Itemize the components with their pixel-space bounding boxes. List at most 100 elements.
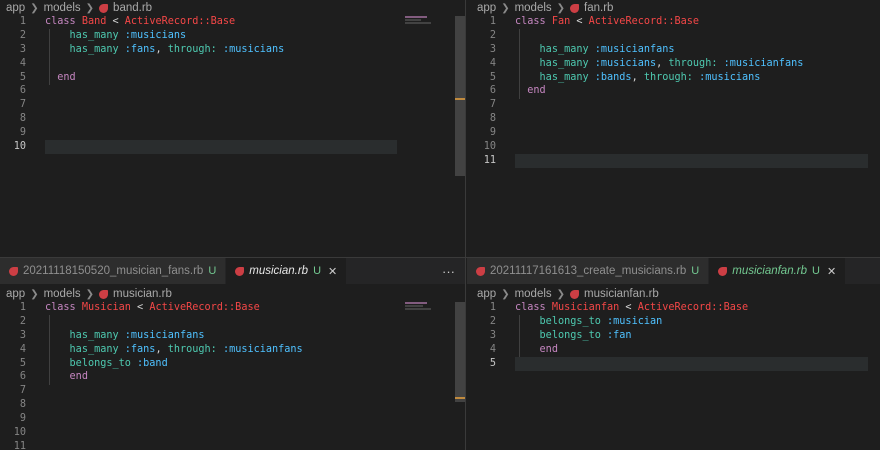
line-number: 10 (13, 141, 26, 153)
breadcrumb-folder-app[interactable]: app (6, 288, 25, 300)
line-number: 6 (19, 85, 26, 97)
code-line: has_many :musicianfans (539, 43, 675, 55)
chevron-right-icon: ❯ (30, 288, 39, 300)
tab-musicianfan[interactable]: musicianfan.rb U ✕ (709, 258, 847, 284)
ruby-icon (99, 3, 109, 13)
chevron-right-icon: ❯ (85, 288, 95, 300)
breadcrumb: app ❯ models ❯ band.rb (0, 0, 465, 16)
line-number: 3 (19, 43, 26, 55)
code-editor[interactable]: 1 class Fan < ActiveRecord::Base 2 3 has_… (470, 15, 880, 255)
line-number: 4 (489, 343, 496, 355)
line-number: 8 (489, 113, 496, 125)
code-editor[interactable]: 1 class Band < ActiveRecord::Base 2 has_m… (0, 15, 465, 255)
line-number: 1 (19, 16, 26, 27)
breadcrumb-file[interactable]: musicianfan.rb (584, 288, 659, 300)
code-line: belongs_to :fan (539, 329, 632, 341)
line-number: 2 (489, 29, 496, 41)
breadcrumb-folder-models[interactable]: models (44, 2, 81, 14)
more-actions-icon[interactable]: ··· (432, 258, 465, 284)
code-line: has_many :bands, through: :musicians (539, 71, 761, 83)
breadcrumb: app ❯ models ❯ musician.rb (0, 286, 465, 302)
code-line: has_many :musicianfans (69, 329, 205, 341)
chevron-right-icon: ❯ (501, 2, 510, 14)
line-number: 11 (483, 154, 496, 166)
line-number: 6 (489, 85, 496, 97)
code-line: belongs_to :band (69, 357, 168, 369)
editor-pane-fan: app ❯ models ❯ fan.rb 1 class Fan < Activ… (467, 0, 880, 257)
breadcrumb-folder-app[interactable]: app (6, 2, 25, 14)
line-number: 3 (19, 329, 26, 341)
code-line: class Fan < ActiveRecord::Base (515, 16, 700, 27)
untracked-badge: U (208, 265, 217, 277)
line-number: 5 (19, 357, 26, 369)
chevron-right-icon: ❯ (501, 288, 510, 300)
breadcrumb: app ❯ models ❯ fan.rb (467, 0, 880, 16)
ruby-icon (235, 266, 245, 276)
tab-label: musician.rb (249, 265, 309, 277)
breadcrumb-folder-models[interactable]: models (515, 2, 552, 14)
line-number: 6 (19, 371, 26, 383)
line-number: 3 (489, 43, 496, 55)
untracked-badge: U (313, 265, 322, 277)
line-number: 4 (19, 343, 26, 355)
line-number: 8 (19, 399, 26, 411)
line-number: 8 (19, 113, 26, 125)
line-number: 5 (19, 71, 26, 83)
vertical-scrollbar[interactable] (455, 302, 465, 402)
untracked-badge: U (691, 265, 700, 277)
tab-musician[interactable]: musician.rb U ✕ (226, 258, 348, 284)
line-number: 10 (483, 141, 496, 153)
line-number: 2 (19, 29, 26, 41)
close-icon[interactable]: ✕ (827, 265, 836, 278)
line-number: 9 (489, 127, 496, 139)
untracked-badge: U (812, 265, 820, 277)
line-number: 7 (19, 385, 26, 397)
pane-divider-vertical[interactable] (465, 0, 466, 450)
line-number: 4 (489, 57, 496, 69)
chevron-right-icon: ❯ (556, 2, 566, 14)
line-number: 2 (489, 315, 496, 327)
code-line: belongs_to :musician (539, 315, 663, 327)
code-editor[interactable]: 1 class Musician < ActiveRecord::Base 2 3… (0, 301, 465, 450)
scroll-position-marker (455, 397, 465, 399)
line-number: 7 (489, 99, 496, 111)
code-line: has_many :musicians, through: :musicianf… (539, 57, 804, 69)
tab-bar: 20211118150520_musician_fans.rb U musici… (0, 258, 465, 284)
chevron-right-icon: ❯ (85, 2, 95, 14)
ruby-icon (99, 289, 109, 299)
breadcrumb: app ❯ models ❯ musicianfan.rb (467, 286, 880, 302)
code-line: has_many :musicians (69, 29, 187, 41)
editor-pane-musician: 20211118150520_musician_fans.rb U musici… (0, 258, 465, 450)
tab-label: 20211118150520_musician_fans.rb (23, 265, 204, 277)
breadcrumb-file[interactable]: band.rb (113, 2, 152, 14)
code-line: end (69, 371, 88, 383)
ruby-icon (9, 266, 18, 276)
line-number: 11 (13, 440, 26, 450)
line-number: 1 (489, 302, 496, 313)
breadcrumb-file[interactable]: musician.rb (113, 288, 172, 300)
line-number: 1 (489, 16, 496, 27)
line-number: 4 (19, 57, 26, 69)
code-line: class Musicianfan < ActiveRecord::Base (515, 302, 749, 313)
code-line: class Musician < ActiveRecord::Base (45, 302, 260, 313)
breadcrumb-folder-models[interactable]: models (515, 288, 552, 300)
line-number: 9 (19, 413, 26, 425)
close-icon[interactable]: ✕ (328, 265, 337, 278)
ruby-icon (476, 266, 485, 276)
ruby-icon (718, 266, 728, 276)
breadcrumb-folder-app[interactable]: app (477, 288, 496, 300)
breadcrumb-folder-app[interactable]: app (477, 2, 496, 14)
minimap[interactable] (405, 302, 435, 311)
minimap[interactable] (405, 16, 435, 25)
tab-bar: 20211117161613_create_musicians.rb U mus… (467, 258, 880, 284)
breadcrumb-folder-models[interactable]: models (44, 288, 81, 300)
vertical-scrollbar[interactable] (455, 16, 465, 176)
code-editor[interactable]: 1 class Musicianfan < ActiveRecord::Base … (470, 301, 880, 450)
code-line: end (527, 85, 546, 97)
editor-pane-band: app ❯ models ❯ band.rb 1 class Band < Act… (0, 0, 465, 257)
breadcrumb-file[interactable]: fan.rb (584, 2, 613, 14)
chevron-right-icon: ❯ (30, 2, 39, 14)
editor-pane-musicianfan: 20211117161613_create_musicians.rb U mus… (467, 258, 880, 450)
tab-musician-fans-migration[interactable]: 20211118150520_musician_fans.rb U (0, 258, 227, 284)
tab-create-musicians-migration[interactable]: 20211117161613_create_musicians.rb U (467, 258, 710, 284)
